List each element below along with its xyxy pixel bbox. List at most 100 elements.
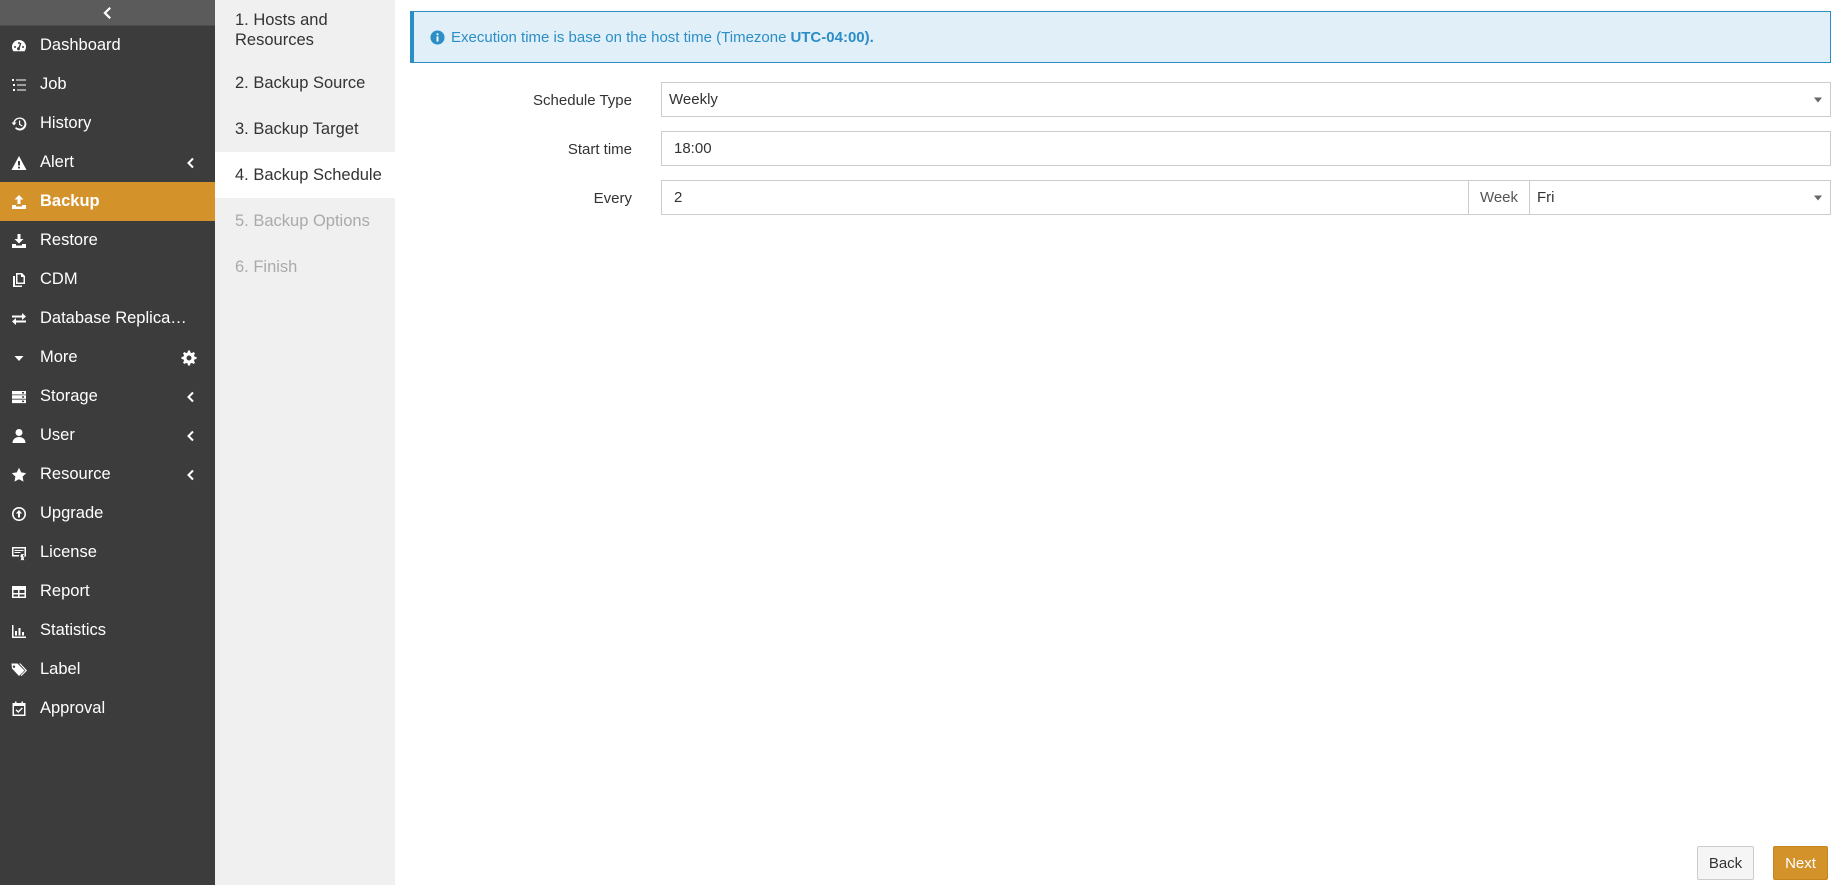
sidebar-item-label: Restore — [40, 231, 98, 249]
sidebar-item-label: More — [40, 348, 78, 366]
sidebar-item-label: Alert — [40, 153, 74, 171]
sidebar-item-label: User — [40, 426, 75, 444]
step-label: 3. Backup Target — [235, 120, 359, 138]
sidebar-item-label: Job — [40, 75, 67, 93]
chevron-left-icon — [185, 157, 197, 169]
tags-icon — [10, 661, 28, 679]
step-finish: 6. Finish — [215, 244, 395, 290]
alert-timezone: UTC-04:00). — [790, 28, 874, 46]
license-icon — [10, 544, 28, 562]
sidebar-item-label[interactable]: Label — [0, 650, 215, 689]
start-time-label: Start time — [567, 140, 632, 158]
sidebar-item-label: CDM — [40, 270, 78, 288]
exchange-icon — [10, 310, 28, 328]
sidebar-item-storage[interactable]: Storage — [0, 377, 215, 416]
every-input[interactable]: 2 — [661, 180, 1469, 215]
gear-icon[interactable] — [181, 350, 197, 366]
storage-icon — [10, 388, 28, 406]
chevron-left-icon — [185, 430, 197, 442]
copy-icon — [10, 271, 28, 289]
step-backup-options: 5. Backup Options — [215, 198, 395, 244]
sidebar-item-label: License — [40, 543, 97, 561]
chevron-left-icon — [185, 469, 197, 481]
dashboard-icon — [10, 37, 28, 55]
day-of-week-select[interactable]: Fri — [1529, 180, 1831, 215]
sidebar-item-history[interactable]: History — [0, 104, 215, 143]
timezone-info-alert: Execution time is base on the host time … — [410, 11, 1831, 63]
alert-text: Execution time is base on the host time … — [451, 28, 787, 46]
sidebar-item-database-replication[interactable]: Database Replica… — [0, 299, 215, 338]
list-icon — [10, 76, 28, 94]
every-row: Every 2 Week Fri — [395, 180, 1836, 216]
schedule-type-select[interactable]: Weekly — [661, 82, 1831, 117]
step-backup-schedule[interactable]: 4. Backup Schedule — [215, 152, 395, 198]
every-label: Every — [593, 189, 632, 207]
start-time-value: 18:00 — [674, 140, 712, 157]
chevron-left-icon — [185, 391, 197, 403]
star-icon — [10, 466, 28, 484]
step-label: 6. Finish — [235, 258, 298, 276]
schedule-type-label: Schedule Type — [533, 91, 632, 109]
step-backup-source[interactable]: 2. Backup Source — [215, 60, 395, 106]
user-icon — [10, 427, 28, 445]
sidebar-item-backup[interactable]: Backup — [0, 182, 215, 221]
schedule-type-row: Schedule Type Weekly — [395, 82, 1836, 118]
chevron-left-icon — [102, 6, 111, 19]
sidebar-collapse-button[interactable] — [0, 0, 215, 26]
sidebar-item-label: Label — [40, 660, 81, 678]
sidebar-item-more[interactable]: More — [0, 338, 215, 377]
sidebar-item-user[interactable]: User — [0, 416, 215, 455]
download-icon — [10, 232, 28, 250]
sidebar-item-report[interactable]: Report — [0, 572, 215, 611]
warning-icon — [10, 154, 28, 172]
sidebar-item-dashboard[interactable]: Dashboard — [0, 26, 215, 65]
sidebar-item-license[interactable]: License — [0, 533, 215, 572]
back-button[interactable]: Back — [1697, 846, 1754, 880]
sidebar-item-upgrade[interactable]: Upgrade — [0, 494, 215, 533]
sidebar-item-label: Approval — [40, 699, 106, 717]
sidebar-item-label: Upgrade — [40, 504, 104, 522]
sidebar-item-label: Resource — [40, 465, 111, 483]
start-time-input[interactable]: 18:00 — [661, 131, 1831, 166]
main-content: Execution time is base on the host time … — [395, 0, 1836, 885]
caret-down-icon — [1814, 195, 1822, 200]
sidebar-item-statistics[interactable]: Statistics — [0, 611, 215, 650]
caret-down-icon — [10, 349, 28, 367]
sidebar-item-label: Dashboard — [40, 36, 121, 54]
upgrade-icon — [10, 505, 28, 523]
calendar-check-icon — [10, 700, 28, 718]
every-unit-addon: Week — [1468, 180, 1530, 215]
sidebar-item-cdm[interactable]: CDM — [0, 260, 215, 299]
sidebar-item-resource[interactable]: Resource — [0, 455, 215, 494]
sidebar-nav: Dashboard Job History Alert Backup Resto… — [0, 26, 215, 728]
next-button[interactable]: Next — [1773, 846, 1828, 880]
wizard-steps: 1. Hosts and Resources 2. Backup Source … — [215, 0, 395, 885]
sidebar-item-alert[interactable]: Alert — [0, 143, 215, 182]
sidebar-item-restore[interactable]: Restore — [0, 221, 215, 260]
caret-down-icon — [1814, 97, 1822, 102]
upload-icon — [10, 193, 28, 211]
step-backup-target[interactable]: 3. Backup Target — [215, 106, 395, 152]
sidebar-item-label: Database Replica… — [40, 309, 187, 327]
table-icon — [10, 583, 28, 601]
sidebar-item-label: Report — [40, 582, 90, 600]
sidebar-item-label: Storage — [40, 387, 98, 405]
every-value: 2 — [674, 189, 683, 206]
info-icon — [430, 29, 445, 45]
step-hosts-and-resources[interactable]: 1. Hosts and Resources — [215, 0, 395, 60]
step-label: 1. Hosts and Resources — [235, 11, 328, 49]
day-of-week-value: Fri — [1537, 189, 1555, 206]
step-label: 2. Backup Source — [235, 74, 366, 92]
step-label: 5. Backup Options — [235, 212, 370, 230]
step-label: 4. Backup Schedule — [235, 166, 382, 184]
bar-chart-icon — [10, 622, 28, 640]
sidebar-item-approval[interactable]: Approval — [0, 689, 215, 728]
sidebar: Dashboard Job History Alert Backup Resto… — [0, 0, 215, 885]
sidebar-item-label: Backup — [40, 192, 100, 210]
history-icon — [10, 115, 28, 133]
start-time-row: Start time 18:00 — [395, 131, 1836, 167]
sidebar-item-job[interactable]: Job — [0, 65, 215, 104]
sidebar-item-label: Statistics — [40, 621, 107, 639]
sidebar-item-label: History — [40, 114, 92, 132]
schedule-type-value: Weekly — [669, 91, 718, 108]
